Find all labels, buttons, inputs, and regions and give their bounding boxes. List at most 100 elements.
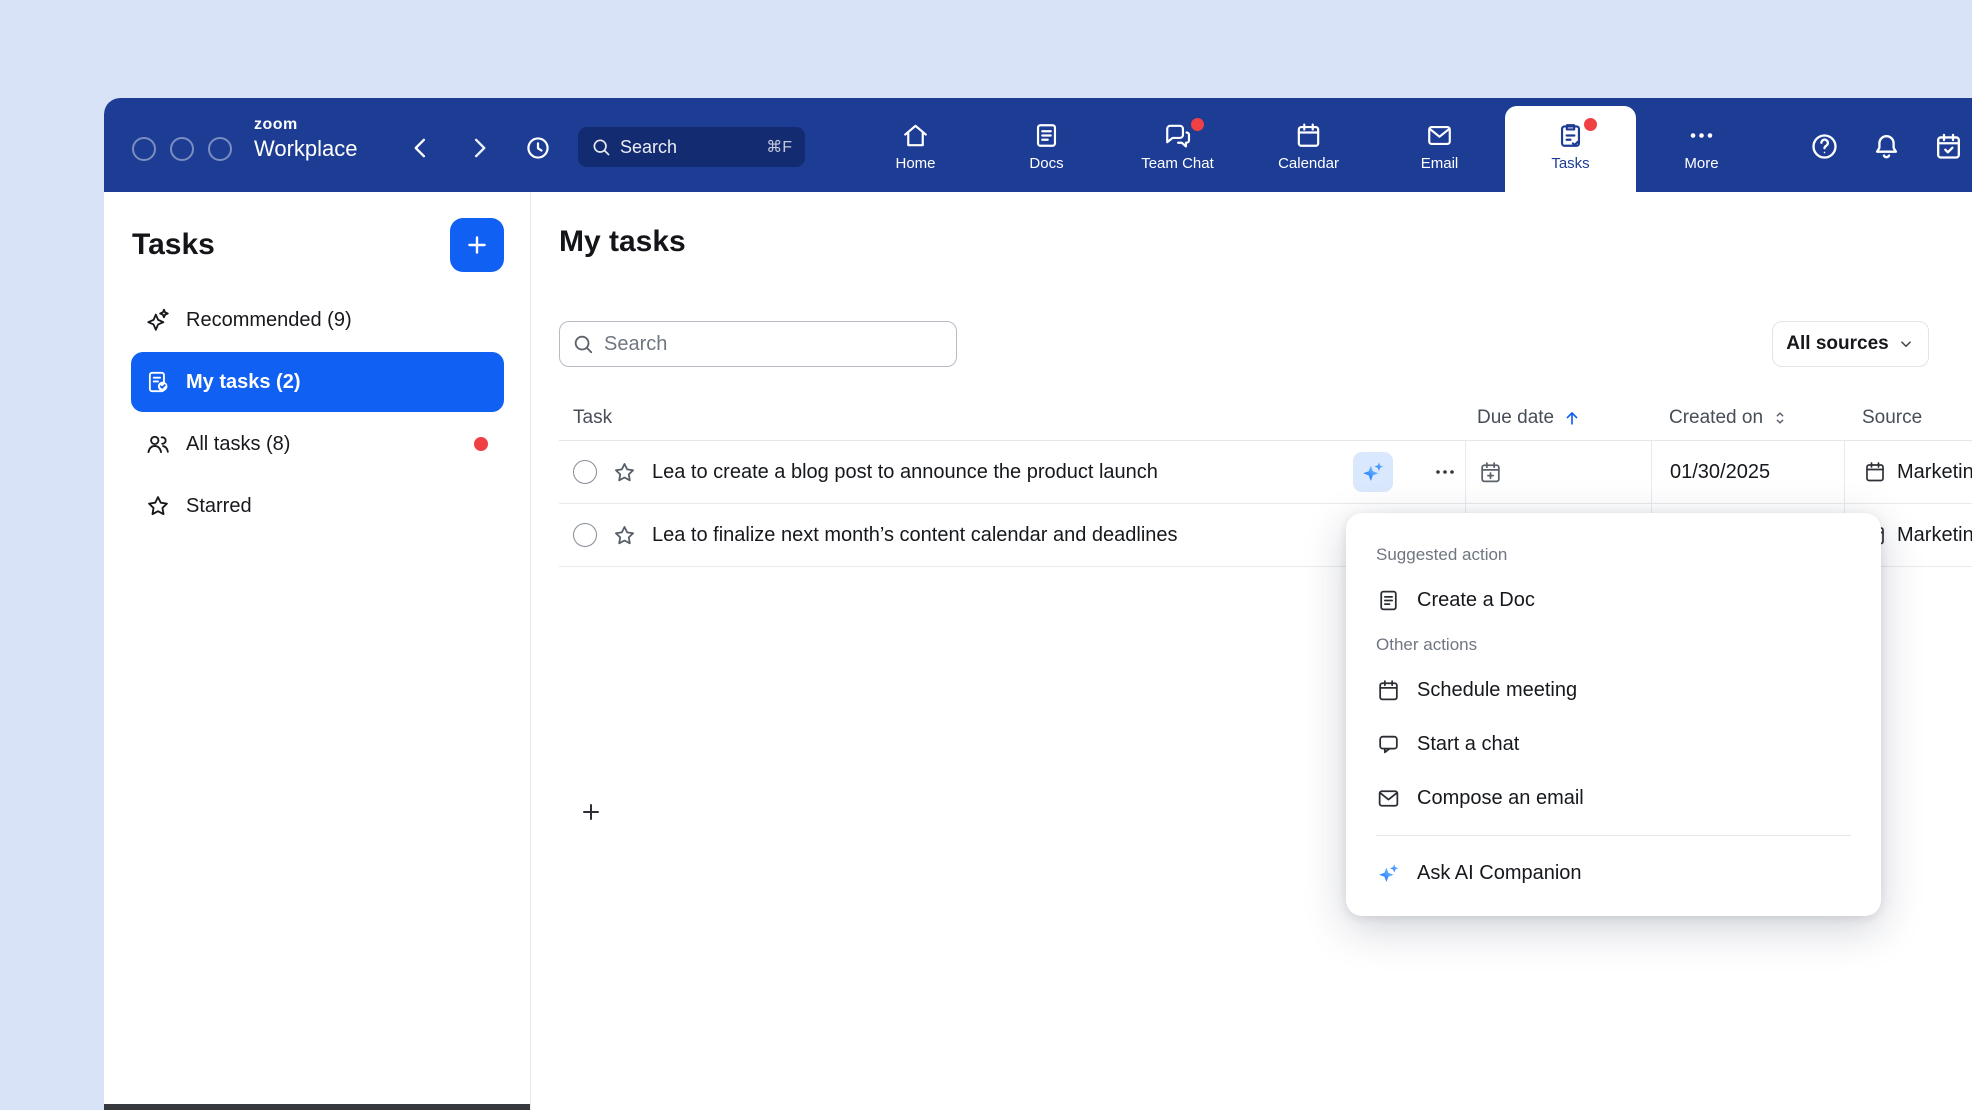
nav-team-chat[interactable]: Team Chat <box>1112 98 1243 192</box>
source-calendar-icon <box>1863 460 1887 484</box>
nav-label: More <box>1684 156 1718 171</box>
plus-icon <box>464 232 490 258</box>
history-clock-icon <box>524 134 552 162</box>
nav-docs[interactable]: Docs <box>981 98 1112 192</box>
app-window: zoom Workplace Search ⌘F Home Docs <box>104 98 1972 1110</box>
calendar-panel-button[interactable] <box>1933 131 1964 162</box>
column-header-source: Source <box>1844 407 1972 429</box>
sidebar-title: Tasks <box>132 228 215 262</box>
menu-item-start-chat[interactable]: Start a chat <box>1346 717 1881 771</box>
sidebar-item-all-tasks[interactable]: All tasks (8) <box>131 414 504 474</box>
task-more-button[interactable] <box>1427 455 1461 489</box>
source-label: Marketing <box>1897 461 1972 484</box>
task-title: Lea to create a blog post to announce th… <box>652 461 1158 484</box>
window-minimize-button[interactable] <box>170 137 194 161</box>
task-complete-checkbox[interactable] <box>573 523 597 547</box>
calendar-icon <box>1294 121 1323 150</box>
chevron-left-icon <box>407 134 435 162</box>
add-task-button[interactable] <box>571 792 611 832</box>
menu-item-label: Create a Doc <box>1417 589 1535 612</box>
menu-item-schedule-meeting[interactable]: Schedule meeting <box>1346 663 1881 717</box>
star-icon[interactable] <box>612 523 637 548</box>
global-search-placeholder: Search <box>620 137 677 158</box>
task-title: Lea to finalize next month’s content cal… <box>652 524 1178 547</box>
window-controls <box>132 137 232 161</box>
nav-more[interactable]: More <box>1636 98 1767 192</box>
new-task-button[interactable] <box>450 218 504 272</box>
history-button[interactable] <box>524 134 552 162</box>
sidebar-item-starred[interactable]: Starred <box>131 476 504 536</box>
home-icon <box>901 121 930 150</box>
sidebar-item-label: All tasks (8) <box>186 433 290 456</box>
plus-icon <box>579 800 603 824</box>
logo-workplace-text: Workplace <box>254 137 358 161</box>
tasks-toolbar: All sources <box>559 321 1972 367</box>
people-icon <box>145 431 171 457</box>
nav-label: Team Chat <box>1141 156 1214 171</box>
menu-item-label: Ask AI Companion <box>1417 862 1582 885</box>
sources-filter-dropdown[interactable]: All sources <box>1772 321 1929 367</box>
task-complete-checkbox[interactable] <box>573 460 597 484</box>
tasks-badge-dot <box>1582 116 1599 133</box>
nav-label: Calendar <box>1278 156 1339 171</box>
menu-item-create-doc[interactable]: Create a Doc <box>1346 573 1881 627</box>
calendar-check-icon <box>1933 131 1964 162</box>
calendar-icon <box>1376 678 1401 703</box>
ai-actions-menu: Suggested action Create a Doc Other acti… <box>1346 513 1881 916</box>
page-title: My tasks <box>559 225 686 259</box>
task-cell: Lea to create a blog post to announce th… <box>559 441 1465 503</box>
nav-calendar[interactable]: Calendar <box>1243 98 1374 192</box>
task-search <box>559 321 957 367</box>
sort-arrow-up-icon <box>1562 408 1582 428</box>
star-icon[interactable] <box>612 460 637 485</box>
top-navigation: Home Docs Team Chat Calendar Email <box>850 98 1767 192</box>
tasks-sidebar: Tasks Recommended (9) My tasks (2) All t… <box>104 192 531 1110</box>
chevron-down-icon <box>1897 335 1915 353</box>
back-button[interactable] <box>407 134 435 162</box>
global-search[interactable]: Search ⌘F <box>578 127 805 167</box>
sidebar-item-recommended[interactable]: Recommended (9) <box>131 290 504 350</box>
nav-label: Docs <box>1029 156 1063 171</box>
forward-button[interactable] <box>465 134 493 162</box>
notifications-button[interactable] <box>1871 131 1902 162</box>
menu-section-suggested: Suggested action <box>1346 537 1881 573</box>
menu-section-other: Other actions <box>1346 627 1881 663</box>
sources-filter-label: All sources <box>1786 333 1888 355</box>
window-bottom-edge <box>104 1104 530 1110</box>
window-zoom-button[interactable] <box>208 137 232 161</box>
topbar-right-actions <box>1809 131 1964 162</box>
logo-zoom-text: zoom <box>254 116 358 134</box>
my-tasks-icon <box>145 369 171 395</box>
ai-sparkle-icon <box>1376 861 1401 886</box>
nav-label: Email <box>1421 156 1459 171</box>
column-header-due-date[interactable]: Due date <box>1465 407 1651 429</box>
task-search-input[interactable] <box>559 321 957 367</box>
ai-sparkle-icon <box>1360 459 1386 485</box>
add-due-date-calendar-icon[interactable] <box>1478 460 1503 485</box>
team-chat-icon <box>1163 121 1192 150</box>
created-on-cell: 01/30/2025 <box>1651 441 1844 503</box>
column-header-task: Task <box>559 407 1465 429</box>
tasks-icon <box>1556 121 1585 150</box>
doc-icon <box>1376 588 1401 613</box>
column-header-created-on[interactable]: Created on <box>1651 407 1844 429</box>
sidebar-item-my-tasks[interactable]: My tasks (2) <box>131 352 504 412</box>
window-close-button[interactable] <box>132 137 156 161</box>
search-icon <box>591 137 611 157</box>
source-cell: Marketing <box>1844 441 1972 503</box>
nav-label: Home <box>895 156 935 171</box>
due-date-cell <box>1465 441 1651 503</box>
nav-tasks[interactable]: Tasks <box>1505 106 1636 192</box>
menu-divider <box>1376 835 1851 836</box>
sparkles-icon <box>145 307 171 333</box>
menu-item-label: Start a chat <box>1417 733 1519 756</box>
email-icon <box>1425 121 1454 150</box>
ai-companion-actions-button[interactable] <box>1353 452 1393 492</box>
menu-item-ask-ai-companion[interactable]: Ask AI Companion <box>1346 846 1881 900</box>
help-button[interactable] <box>1809 131 1840 162</box>
chevron-right-icon <box>465 134 493 162</box>
nav-email[interactable]: Email <box>1374 98 1505 192</box>
menu-item-compose-email[interactable]: Compose an email <box>1346 771 1881 825</box>
nav-home[interactable]: Home <box>850 98 981 192</box>
task-row[interactable]: Lea to create a blog post to announce th… <box>559 441 1972 504</box>
